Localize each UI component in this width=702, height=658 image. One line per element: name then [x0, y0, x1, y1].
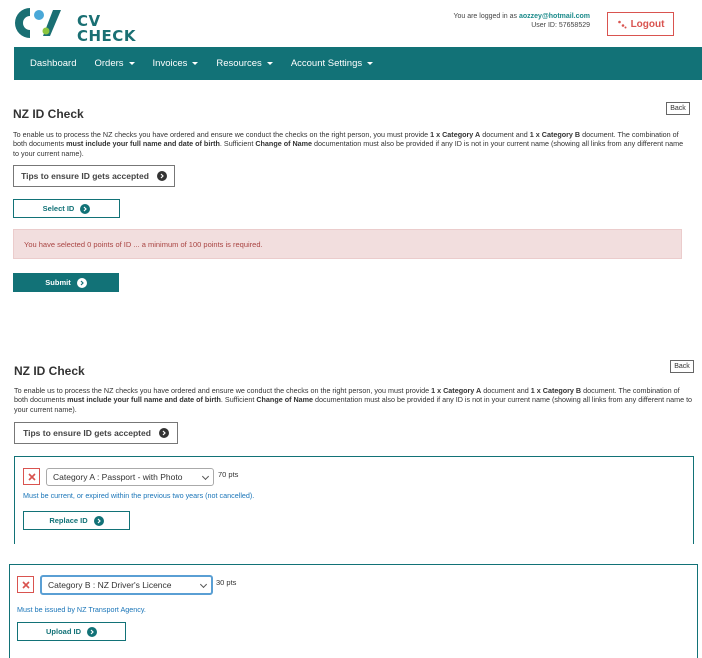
- nav-account-settings-label: Account Settings: [290, 58, 363, 69]
- user-id: User ID: 57658529: [531, 22, 590, 29]
- caret-down-icon: [128, 62, 135, 65]
- page-title-2: NZ ID Check: [14, 364, 85, 378]
- category-b-points: 30 pts: [216, 578, 237, 587]
- chevron-down-icon: [201, 472, 210, 481]
- user-email: aozzey@hotmail.com: [518, 13, 590, 20]
- intro-part: . Sufficient: [219, 139, 256, 149]
- page-title: NZ ID Check: [13, 107, 84, 121]
- circle-arrow-right-icon: [93, 515, 104, 526]
- nav-invoices-label: Invoices: [152, 58, 188, 69]
- intro-text-2: To enable us to process the NZ checks yo…: [14, 386, 694, 414]
- tips-button-2[interactable]: Tips to ensure ID gets accepted: [14, 422, 178, 444]
- nav-orders-label: Orders: [94, 58, 124, 69]
- submit-label: Submit: [45, 278, 71, 287]
- circle-arrow-right-icon: [76, 277, 87, 288]
- replace-id-label: Replace ID: [49, 516, 88, 525]
- main-navbar: Dashboard Orders Invoices Resources Acco…: [14, 47, 702, 80]
- nav-resources[interactable]: Resources: [216, 58, 273, 69]
- intro-text: To enable us to process the NZ checks yo…: [13, 130, 688, 158]
- back-button[interactable]: Back: [666, 102, 690, 115]
- category-a-hint: Must be current, or expired within the p…: [23, 491, 255, 500]
- category-a-panel: Category A : Passport - with Photo 70 pt…: [14, 456, 694, 544]
- nav-dashboard-label: Dashboard: [30, 58, 77, 69]
- intro-part: To enable us to process the NZ checks yo…: [14, 386, 432, 395]
- intro-part: document and: [481, 386, 531, 395]
- intro-bold: must include your full name and date of …: [66, 139, 220, 149]
- logout-icon: [617, 20, 627, 29]
- select-id-button[interactable]: Select ID: [13, 199, 120, 218]
- caret-down-icon: [367, 62, 374, 65]
- tips-label: Tips to ensure ID gets accepted: [23, 428, 151, 438]
- caret-down-icon: [192, 62, 199, 65]
- intro-bold: 1 x Category A: [431, 386, 482, 395]
- brand-wordmark: CV CHECK: [77, 14, 136, 44]
- circle-arrow-right-icon: [158, 428, 169, 438]
- points-alert: You have selected 0 points of ID ... a m…: [13, 229, 682, 259]
- tips-button[interactable]: Tips to ensure ID gets accepted: [13, 165, 175, 187]
- nav-dashboard[interactable]: Dashboard: [30, 58, 76, 69]
- intro-bold: 1 x Category B: [529, 130, 581, 139]
- category-a-points: 70 pts: [218, 470, 239, 479]
- intro-bold: 1 x Category A: [430, 130, 481, 139]
- category-b-panel: Category B : NZ Driver's Licence 30 pts …: [9, 564, 698, 658]
- intro-bold: Change of Name: [256, 395, 314, 405]
- intro-part: document and: [480, 130, 530, 139]
- remove-category-a-button[interactable]: [23, 468, 40, 485]
- close-x-icon: [27, 472, 36, 481]
- category-b-selected: Category B : NZ Driver's Licence: [48, 580, 172, 590]
- circle-arrow-right-icon: [80, 203, 91, 214]
- intro-bold: Change of Name: [255, 139, 313, 149]
- circle-arrow-right-icon: [156, 171, 167, 181]
- nav-account-settings[interactable]: Account Settings: [290, 58, 374, 69]
- top-header: CV CHECK You are logged in as aozzey@hot…: [0, 0, 702, 47]
- intro-part: . Sufficient: [220, 395, 257, 405]
- logout-label: Logout: [630, 18, 665, 30]
- points-alert-text: You have selected 0 points of ID ... a m…: [24, 239, 263, 249]
- logo-mark-icon: [15, 8, 61, 38]
- cv-check-logo[interactable]: CV CHECK: [12, 6, 135, 44]
- intro-bold: 1 x Category B: [530, 386, 582, 395]
- chevron-down-icon: [199, 580, 208, 589]
- submit-button[interactable]: Submit: [13, 273, 119, 292]
- tips-label: Tips to ensure ID gets accepted: [21, 171, 149, 181]
- nav-resources-label: Resources: [216, 58, 262, 69]
- select-id-label: Select ID: [42, 204, 75, 213]
- back-button-2[interactable]: Back: [670, 360, 694, 373]
- brand-line-2: CHECK: [77, 27, 136, 45]
- logged-in-prefix: You are logged in as: [453, 13, 518, 20]
- intro-part: To enable us to process the NZ checks yo…: [13, 130, 431, 139]
- replace-id-button[interactable]: Replace ID: [23, 511, 130, 530]
- category-a-selected: Category A : Passport - with Photo: [53, 472, 183, 482]
- upload-id-button[interactable]: Upload ID: [17, 622, 126, 641]
- remove-category-b-button[interactable]: [17, 576, 34, 593]
- logout-button[interactable]: Logout: [607, 12, 674, 36]
- intro-bold: must include your full name and date of …: [67, 395, 221, 405]
- category-a-select[interactable]: Category A : Passport - with Photo: [46, 468, 214, 486]
- close-x-icon: [21, 580, 30, 589]
- upload-id-label: Upload ID: [46, 627, 81, 636]
- circle-arrow-right-icon: [87, 626, 97, 637]
- category-b-hint: Must be issued by NZ Transport Agency.: [17, 605, 146, 614]
- caret-down-icon: [266, 62, 273, 65]
- nav-invoices[interactable]: Invoices: [153, 58, 199, 69]
- login-info: You are logged in as aozzey@hotmail.com …: [453, 12, 590, 30]
- nav-orders[interactable]: Orders: [94, 58, 135, 69]
- category-b-select[interactable]: Category B : NZ Driver's Licence: [40, 575, 213, 595]
